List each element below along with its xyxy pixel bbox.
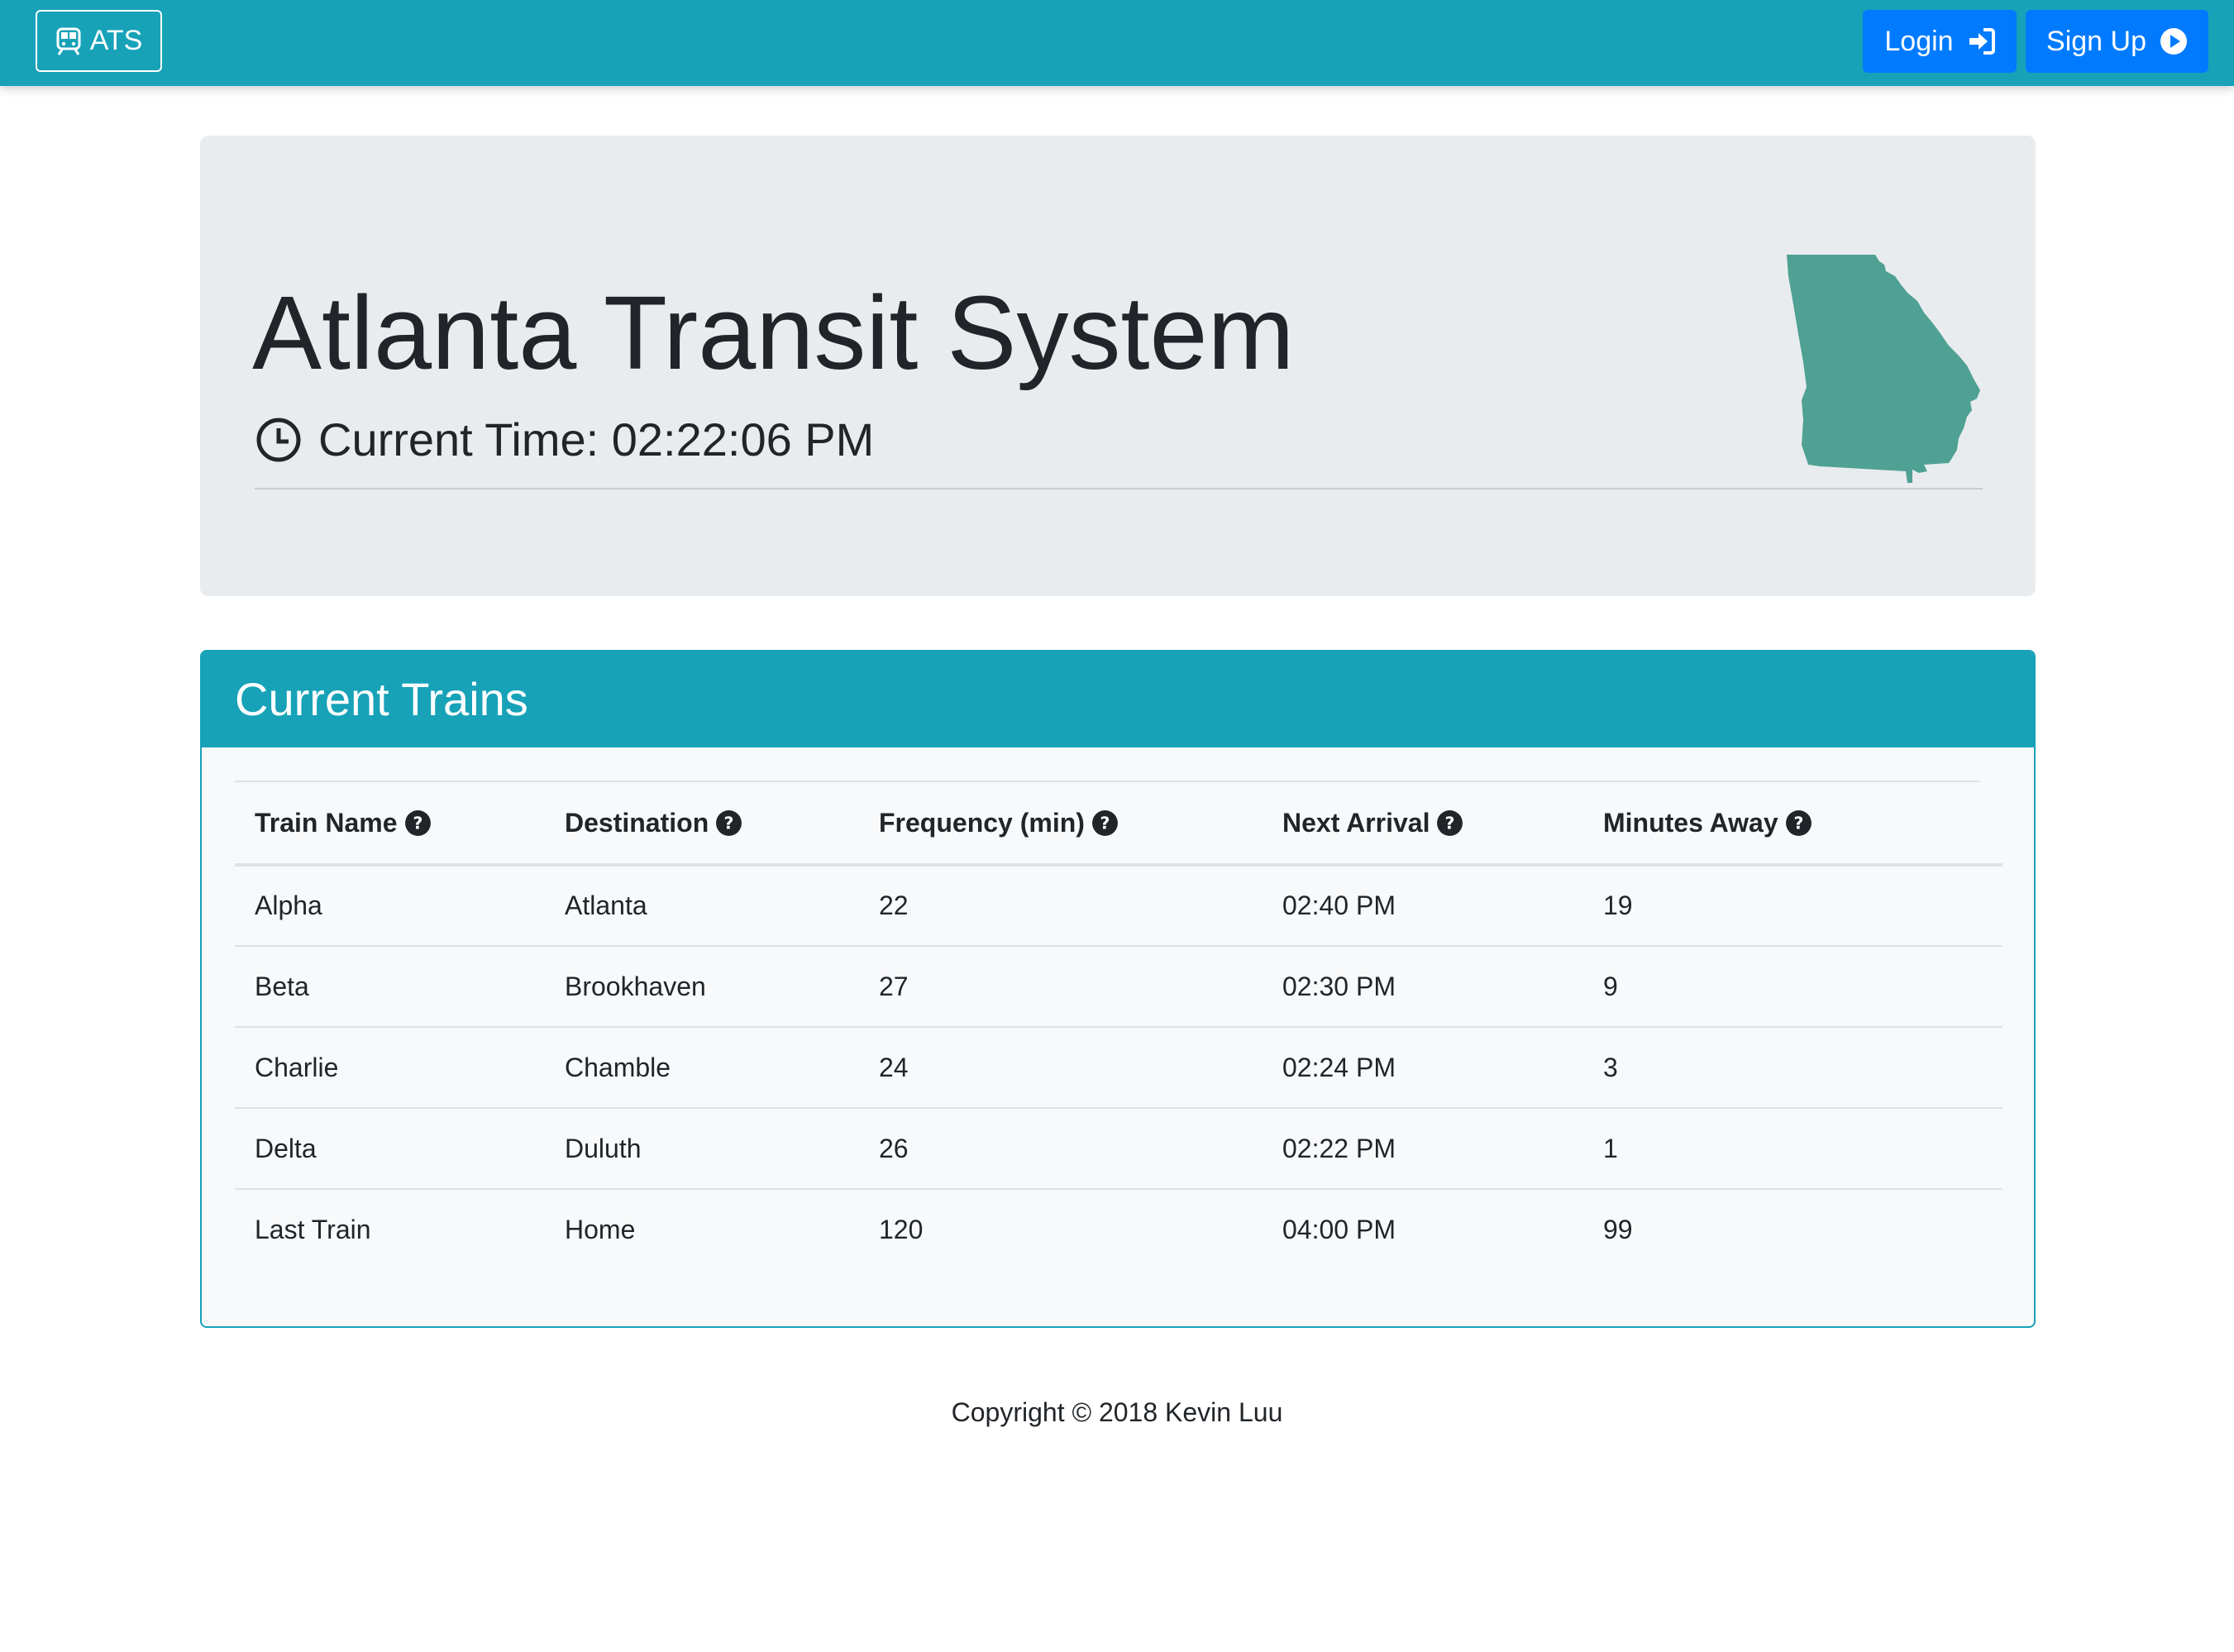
- column-header-label: Train Name: [255, 807, 398, 838]
- table-row: Last Train Home 120 04:00 PM 99: [235, 1189, 2002, 1270]
- cell-train-name: Delta: [235, 1108, 545, 1190]
- cell-frequency: 120: [879, 1215, 924, 1244]
- cell-next-arrival: 02:40 PM: [1263, 865, 1583, 947]
- clock-icon: [256, 418, 301, 462]
- cell-minutes-away: 1: [1583, 1108, 2002, 1190]
- current-trains-card: Current Trains Train Name ? Destination …: [200, 650, 2036, 1328]
- current-time-label: Current Time: 02:22:06 PM: [318, 413, 875, 466]
- trains-table: Train Name ? Destination ? Frequency (mi…: [235, 782, 2002, 1270]
- table-row: Delta Duluth 26 02:22 PM 1: [235, 1108, 2002, 1190]
- table-row: Alpha Atlanta 22 02:40 PM 19: [235, 865, 2002, 947]
- card-header: Current Trains: [202, 652, 2034, 747]
- svg-text:?: ?: [724, 813, 734, 833]
- column-header-destination: Destination ?: [545, 782, 859, 867]
- sign-up-label: Sign Up: [2046, 25, 2146, 57]
- cell-next-arrival: 02:24 PM: [1263, 1027, 1583, 1109]
- column-header-minutes-away: Minutes Away ?: [1583, 782, 2002, 867]
- sign-in-icon: [1969, 28, 1995, 55]
- cell-frequency: 26: [859, 1108, 1263, 1190]
- play-circle-icon: [2160, 28, 2187, 55]
- cell-train-name: Alpha: [235, 865, 545, 947]
- sign-up-button[interactable]: Sign Up: [2026, 10, 2208, 73]
- cell-minutes-away: 3: [1583, 1027, 2002, 1109]
- column-header-next-arrival: Next Arrival ?: [1263, 782, 1583, 867]
- column-header-label: Minutes Away: [1603, 807, 1778, 838]
- footer-copyright: Copyright © 2018 Kevin Luu: [951, 1397, 1283, 1427]
- cell-minutes-away: 99: [1603, 1215, 1633, 1244]
- column-header-label: Frequency (min): [879, 807, 1085, 838]
- cell-next-arrival: 02:30 PM: [1263, 946, 1583, 1028]
- brand-button[interactable]: ATS: [36, 10, 162, 72]
- question-circle-icon[interactable]: ?: [1785, 809, 1812, 837]
- cell-next-arrival: 04:00 PM: [1282, 1215, 1396, 1244]
- current-time: Current Time: 02:22:06 PM: [255, 417, 874, 463]
- login-label: Login: [1884, 25, 1954, 57]
- question-circle-icon[interactable]: ?: [1436, 809, 1463, 837]
- column-header-label: Next Arrival: [1282, 807, 1430, 838]
- cell-train-name: Last Train: [255, 1215, 371, 1244]
- cell-frequency: 27: [859, 946, 1263, 1028]
- cell-next-arrival: 02:22 PM: [1263, 1108, 1583, 1190]
- cell-train-name: Charlie: [235, 1027, 545, 1109]
- svg-text:?: ?: [1793, 813, 1803, 833]
- svg-text:?: ?: [1445, 813, 1455, 833]
- table-header-row: Train Name ? Destination ? Frequency (mi…: [235, 782, 2002, 867]
- column-header-train-name: Train Name ?: [235, 782, 545, 867]
- table-row: Beta Brookhaven 27 02:30 PM 9: [235, 946, 2002, 1028]
- cell-destination: Chamble: [545, 1027, 859, 1109]
- cell-destination: Home: [565, 1215, 636, 1244]
- train-icon: [56, 27, 81, 55]
- cell-minutes-away: 19: [1583, 865, 2002, 947]
- cell-minutes-away: 9: [1583, 946, 2002, 1028]
- svg-text:?: ?: [1100, 813, 1110, 833]
- hero-jumbotron: Atlanta Transit System Current Time: 02:…: [200, 136, 2036, 596]
- cell-train-name: Beta: [235, 946, 545, 1028]
- svg-text:?: ?: [413, 813, 422, 833]
- cell-destination: Brookhaven: [545, 946, 859, 1028]
- card-title: Current Trains: [235, 673, 528, 725]
- column-header-label: Destination: [565, 807, 709, 838]
- hero-divider: [255, 488, 1983, 489]
- navbar: ATS Login Sign Up: [0, 0, 2234, 86]
- page-title: Atlanta Transit System: [252, 275, 1295, 391]
- georgia-state-map: [1787, 255, 1980, 483]
- cell-frequency: 22: [859, 865, 1263, 947]
- login-button[interactable]: Login: [1863, 10, 2017, 73]
- question-circle-icon[interactable]: ?: [1091, 809, 1119, 837]
- cell-frequency: 24: [859, 1027, 1263, 1109]
- question-circle-icon[interactable]: ?: [715, 809, 742, 837]
- cell-destination: Atlanta: [545, 865, 859, 947]
- cell-destination: Duluth: [545, 1108, 859, 1190]
- column-header-frequency: Frequency (min) ?: [859, 782, 1263, 867]
- question-circle-icon[interactable]: ?: [404, 809, 432, 837]
- table-row: Charlie Chamble 24 02:24 PM 3: [235, 1027, 2002, 1109]
- brand-label: ATS: [89, 25, 143, 56]
